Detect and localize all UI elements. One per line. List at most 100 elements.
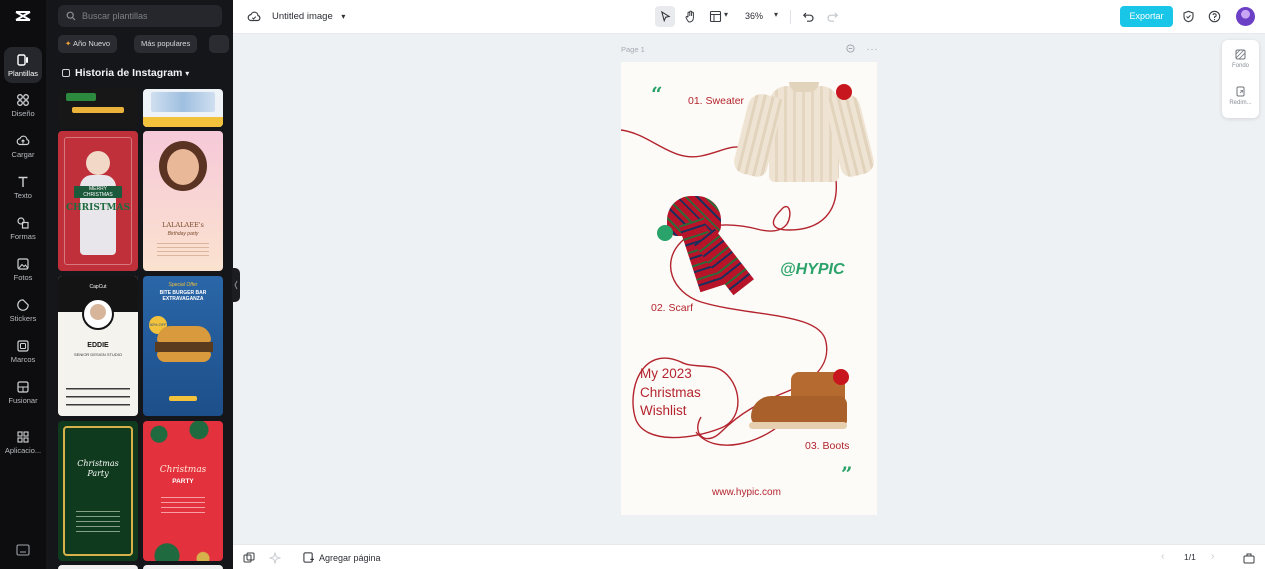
chevron-down-icon: ▾ bbox=[341, 12, 346, 21]
chip-new-year[interactable]: ✦ Año Nuevo bbox=[58, 35, 118, 53]
top-bar: Untitled image ▾ ▾ 36% ▾ Exportar bbox=[233, 0, 1265, 34]
layers-icon[interactable] bbox=[243, 552, 255, 564]
sidebar-item-merge[interactable]: Fusionar bbox=[0, 380, 46, 416]
apps-icon bbox=[17, 431, 29, 443]
card-subtitle: Birthday party bbox=[167, 231, 199, 237]
export-button[interactable]: Exportar bbox=[1120, 6, 1173, 27]
layout-icon[interactable] bbox=[709, 10, 722, 23]
template-card[interactable] bbox=[58, 565, 138, 569]
wishlist-title[interactable]: My 2023 Christmas Wishlist bbox=[640, 365, 701, 421]
chip-label: Más populares bbox=[141, 39, 191, 48]
chevron-down-icon[interactable]: ▾ bbox=[774, 10, 778, 19]
template-card[interactable] bbox=[143, 89, 223, 127]
background-icon bbox=[1235, 49, 1246, 60]
model-head bbox=[86, 151, 110, 175]
card-title: LALALAEE's bbox=[162, 221, 204, 229]
page-label-text: Page 1 bbox=[621, 45, 645, 54]
pine-decoration bbox=[143, 421, 223, 443]
undo-icon[interactable] bbox=[802, 10, 815, 23]
scarf-image[interactable] bbox=[661, 190, 757, 300]
template-card-birthday[interactable]: LALALAEE's Birthday party bbox=[143, 131, 223, 271]
template-card-burger[interactable]: Special Offer BITE BURGER BAR EXTRAVAGAN… bbox=[143, 276, 223, 416]
document-title[interactable]: Untitled image ▾ bbox=[272, 11, 345, 22]
zoom-value: 36% bbox=[745, 11, 764, 21]
sidebar-item-templates[interactable]: Plantillas bbox=[4, 47, 42, 83]
page-label: Page 1 bbox=[621, 45, 645, 54]
zoom-level[interactable]: 36% bbox=[745, 11, 763, 21]
prev-page-icon[interactable]: ‹ bbox=[1161, 551, 1164, 562]
order-button-decoration bbox=[169, 396, 197, 401]
panel-collapse-handle[interactable] bbox=[232, 268, 240, 302]
footer-bar bbox=[143, 117, 223, 127]
page-indicator: 1/1 bbox=[1184, 552, 1196, 562]
toolbar-divider bbox=[790, 10, 791, 24]
search-icon bbox=[66, 11, 76, 21]
add-page-button[interactable]: Agregar página bbox=[303, 552, 381, 563]
item-label-sweater[interactable]: 01. Sweater bbox=[688, 95, 744, 107]
design-artboard[interactable]: “ 01. Sweater @HYPIC 02. Scarf My 2023 C… bbox=[621, 62, 877, 515]
burger-patty bbox=[155, 342, 213, 352]
chip-most-popular[interactable]: Más populares bbox=[134, 35, 198, 53]
upload-icon bbox=[16, 135, 30, 146]
gold-frame bbox=[63, 426, 133, 556]
card-subtitle: Special Offer bbox=[168, 282, 198, 288]
photos-icon bbox=[17, 258, 29, 270]
template-card-party-red[interactable]: Christmas PARTY bbox=[143, 421, 223, 561]
help-icon[interactable] bbox=[1208, 10, 1221, 23]
shield-icon[interactable] bbox=[1182, 10, 1195, 23]
bottom-bar: Agregar página ‹ 1/1 › bbox=[233, 544, 1265, 569]
template-card-party-green[interactable]: Christmas Party bbox=[58, 421, 138, 561]
sidebar-item-text[interactable]: Texto bbox=[0, 175, 46, 211]
sidebar-item-design[interactable]: Diseño bbox=[0, 93, 46, 129]
card-subtitle: MERRY CHRISTMAS bbox=[74, 186, 122, 198]
next-page-icon[interactable]: › bbox=[1211, 551, 1214, 562]
sidebar-item-upload[interactable]: Cargar bbox=[0, 134, 46, 170]
sidebar-item-stickers[interactable]: Stickers bbox=[0, 298, 46, 334]
text-lines bbox=[76, 511, 120, 533]
template-card-profile[interactable]: CapCut EDDIE SENIOR DESIGN STUDIO bbox=[58, 276, 138, 416]
avatar[interactable] bbox=[1236, 7, 1255, 26]
card-title: BITE BURGER BAR EXTRAVAGANZA bbox=[159, 290, 207, 302]
open-quote-mark[interactable]: “ bbox=[651, 82, 663, 106]
red-dot-marker bbox=[836, 84, 852, 100]
template-card[interactable] bbox=[58, 89, 138, 127]
burger-bun bbox=[157, 326, 211, 342]
sparkle-icon[interactable] bbox=[269, 552, 281, 564]
section-title[interactable]: Historia de Instagram ▾ bbox=[62, 67, 189, 79]
chevron-down-icon[interactable]: ▾ bbox=[724, 10, 728, 19]
sidebar-item-frames[interactable]: Marcos bbox=[0, 339, 46, 375]
redo-icon[interactable] bbox=[826, 10, 839, 23]
duplicate-page-icon[interactable] bbox=[846, 44, 855, 53]
collapse-pages-icon[interactable] bbox=[1243, 552, 1255, 564]
cloud-icon[interactable] bbox=[247, 10, 261, 23]
item-label-boots[interactable]: 03. Boots bbox=[805, 440, 849, 452]
search-input[interactable]: Buscar plantillas bbox=[58, 5, 222, 27]
item-label-scarf[interactable]: 02. Scarf bbox=[651, 302, 693, 314]
hand-icon[interactable] bbox=[684, 10, 697, 23]
sidebar-item-label: Cargar bbox=[11, 150, 35, 159]
page-indicator-text: 1/1 bbox=[1184, 552, 1196, 562]
capcut-logo[interactable] bbox=[13, 6, 33, 26]
wishlist-line: My 2023 bbox=[640, 366, 692, 381]
website-text[interactable]: www.hypic.com bbox=[712, 487, 781, 498]
chip-more[interactable] bbox=[209, 35, 229, 53]
more-options-icon[interactable]: ··· bbox=[867, 44, 879, 54]
sidebar-item-apps[interactable]: Aplicacio... bbox=[0, 430, 46, 466]
chip-label: Año Nuevo bbox=[72, 39, 111, 48]
contact-lines bbox=[66, 388, 130, 406]
keyboard-icon[interactable] bbox=[16, 544, 30, 556]
resize-panel-button[interactable]: Redim... bbox=[1222, 86, 1259, 106]
template-card-christmas[interactable]: MERRY CHRISTMAS CHRISTMAS bbox=[58, 131, 138, 271]
red-dot-marker bbox=[833, 369, 849, 385]
sidebar-item-photos[interactable]: Fotos bbox=[0, 257, 46, 293]
close-quote-mark[interactable]: ” bbox=[841, 462, 853, 486]
instagram-icon bbox=[62, 69, 70, 77]
sidebar-item-shapes[interactable]: Formas bbox=[0, 216, 46, 252]
background-panel-button[interactable]: Fondo bbox=[1222, 49, 1259, 69]
handle-text[interactable]: @HYPIC bbox=[780, 261, 845, 279]
card-title: EDDIE bbox=[87, 342, 109, 349]
sidebar-item-label: Fotos bbox=[13, 273, 33, 282]
select-tool-button[interactable] bbox=[655, 6, 675, 27]
template-card[interactable] bbox=[143, 565, 223, 569]
sidebar-item-label: Marcos bbox=[10, 355, 36, 364]
